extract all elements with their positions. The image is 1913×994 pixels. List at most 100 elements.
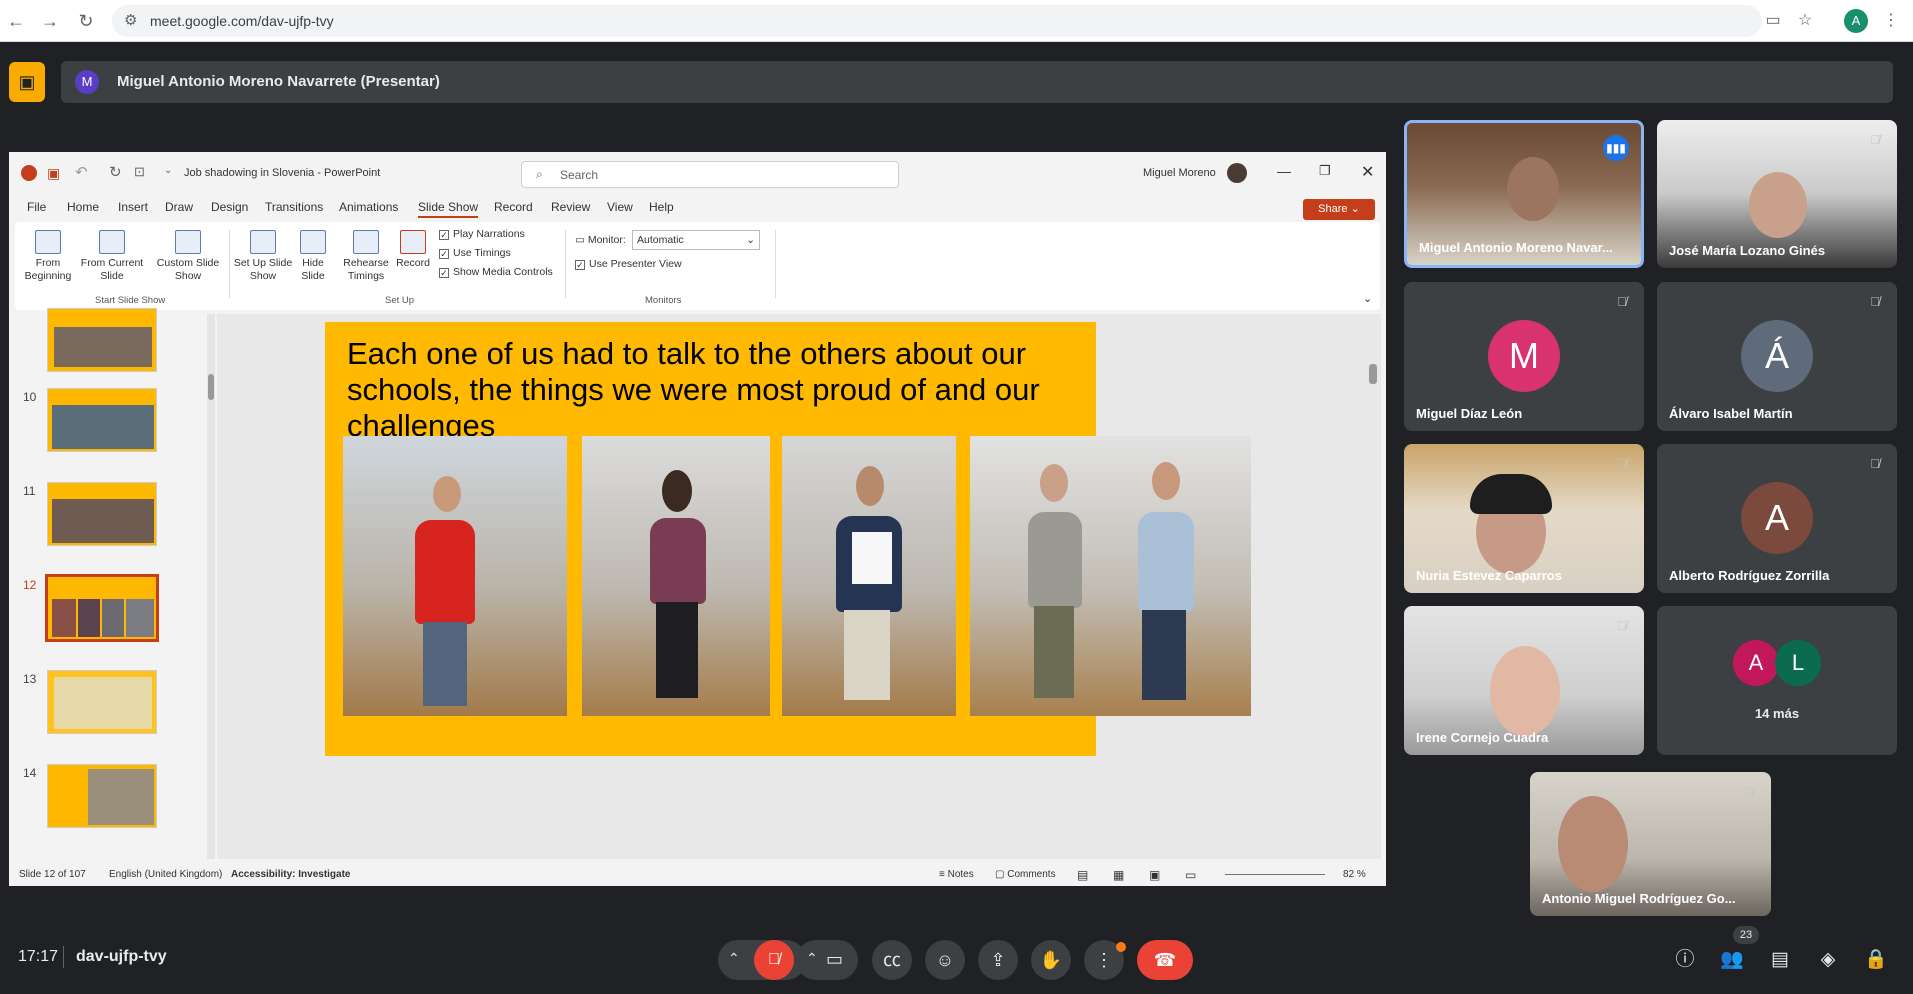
language-status[interactable]: English (United Kingdom) [109,869,222,880]
present-icon[interactable]: ⊡ [134,164,145,180]
browser-menu-icon[interactable]: ⋮ [1880,10,1902,32]
share-label: Share [1318,203,1348,215]
record-button[interactable]: Record [393,230,433,270]
mic-off-button[interactable]: 🎙̸ [754,940,794,980]
self-view-tile[interactable]: 🎙̸ Antonio Miguel Rodríguez Go... [1530,772,1771,916]
thumbnail-14[interactable] [47,764,157,828]
rehearse-timer-icon [353,230,379,254]
chevron-up-icon[interactable]: ⌃ [806,950,818,967]
share-button[interactable]: Share ⌄ [1303,199,1375,220]
cast-icon[interactable]: ▭ [1762,10,1784,32]
thumbnail-11[interactable] [47,482,157,546]
custom-show-button[interactable]: Custom Slide Show [155,230,221,283]
tab-design[interactable]: Design [211,200,248,214]
setup-show-button[interactable]: Set Up Slide Show [233,230,293,283]
user-avatar[interactable] [1227,163,1247,183]
site-info-icon[interactable]: ⚙ [124,11,137,29]
restore-icon[interactable]: ❐ [1319,163,1331,179]
chevron-down-icon: ⌄ [746,234,755,246]
thumbnail-13[interactable] [47,670,157,734]
bookmark-star-icon[interactable]: ☆ [1794,10,1816,32]
participant-tile[interactable]: 🎙̸ José María Lozano Ginés [1657,120,1897,268]
participant-tile-presenter[interactable]: ▮▮▮ Miguel Antonio Moreno Navar... [1404,120,1644,268]
play-narrations-checkbox[interactable]: ✓ Play Narrations [439,228,525,240]
participant-avatar: Á [1741,320,1813,392]
chat-icon[interactable]: ▤ [1766,946,1794,974]
accessibility-status[interactable]: Accessibility: Investigate [231,869,351,880]
use-timings-checkbox[interactable]: ✓ Use Timings [439,247,511,259]
group-label-start: Start Slide Show [95,295,166,306]
people-icon[interactable]: 👥 [1718,946,1746,974]
slideshow-view-icon[interactable]: ▭ [1185,868,1196,882]
tab-home[interactable]: Home [67,200,99,214]
minimize-icon[interactable]: — [1277,163,1291,179]
participant-tile[interactable]: Á 🎙̸ Álvaro Isabel Martín [1657,282,1897,431]
thumbnail-12-selected[interactable] [45,574,159,642]
host-controls-lock-icon[interactable]: 🔒 [1862,946,1890,974]
captions-button[interactable]: ㏄ [872,940,912,980]
tab-record[interactable]: Record [494,200,533,214]
photo-paper [852,532,892,584]
thumbnail-9[interactable] [47,308,157,372]
emoji-reaction-button[interactable]: ☺ [925,940,965,980]
ppt-search-box[interactable]: ⌕ Search [521,161,899,188]
tab-file[interactable]: File [27,200,46,214]
reload-icon[interactable]: ↻ [74,9,98,33]
scrollbar-thumb[interactable] [208,374,214,400]
participant-name: Alberto Rodríguez Zorrilla [1669,568,1830,583]
undo-icon[interactable]: ↶ [75,163,88,181]
participant-tile[interactable]: 🎙̸ Nuria Estevez Caparros [1404,444,1644,593]
collapse-ribbon-icon[interactable]: ⌄ [1363,292,1372,305]
zoom-level[interactable]: 82 % [1343,869,1366,880]
reading-view-icon[interactable]: ▣ [1149,868,1160,882]
activities-icon[interactable]: ◈ [1814,946,1842,974]
normal-view-icon[interactable]: ▤ [1077,868,1088,882]
tab-view[interactable]: View [607,200,633,214]
camera-button[interactable]: ▭ [826,949,843,970]
from-beginning-button[interactable]: From Beginning [21,230,75,283]
raise-hand-button[interactable]: ✋ [1031,940,1071,980]
tab-animations[interactable]: Animations [339,200,398,214]
save-icon[interactable]: ▣ [47,165,60,182]
redo-icon[interactable]: ↻ [109,163,122,181]
forward-icon[interactable]: → [38,9,62,33]
participant-tile[interactable]: A 🎙̸ Alberto Rodríguez Zorrilla [1657,444,1897,593]
monitor-value: Automatic [637,234,684,246]
close-icon[interactable]: ✕ [1361,162,1374,182]
slide-sorter-icon[interactable]: ▦ [1113,868,1124,882]
participant-tile[interactable]: M 🎙̸ Miguel Díaz León [1404,282,1644,431]
tab-transitions[interactable]: Transitions [265,200,323,214]
notes-icon: ≡ [939,869,945,880]
stop-presenting-icon[interactable]: ▣ [9,62,45,102]
rehearse-button[interactable]: Rehearse Timings [341,230,391,283]
qat-more-icon[interactable]: ⌄ [164,165,172,176]
presenter-view-checkbox[interactable]: ✓ Use Presenter View [575,258,682,270]
from-current-button[interactable]: From Current Slide [79,230,145,283]
meeting-info-icon[interactable]: ⓘ [1671,946,1699,974]
show-media-checkbox[interactable]: ✓ Show Media Controls [439,266,553,278]
thumbnail-10[interactable] [47,388,157,452]
tab-slide-show[interactable]: Slide Show [418,200,479,218]
tab-draw[interactable]: Draw [165,200,193,214]
present-screen-button[interactable]: ⇪ [978,940,1018,980]
tab-insert[interactable]: Insert [118,200,148,214]
monitor-select[interactable]: Automatic ⌄ [632,230,760,250]
address-bar[interactable]: ⚙ meet.google.com/dav-ujfp-tvy [112,5,1762,37]
participant-tile[interactable]: 🎙̸ Irene Cornejo Cuadra [1404,606,1644,755]
profile-avatar[interactable]: A [1844,9,1868,33]
zoom-slider[interactable] [1225,874,1325,875]
hide-slide-button[interactable]: Hide Slide [295,230,331,283]
back-icon[interactable]: ← [4,9,28,33]
leave-call-button[interactable]: ☎ [1137,940,1193,980]
slide-12[interactable]: Each one of us had to talk to the others… [325,322,1251,756]
tab-review[interactable]: Review [551,200,590,214]
thumbnail-number: 10 [23,390,37,404]
mic-muted-icon: 🎙̸ [1744,784,1754,799]
notes-button[interactable]: ≡ Notes [939,869,974,880]
thumbnails-scrollbar[interactable] [207,314,215,859]
slide-scrollbar-thumb[interactable] [1369,364,1377,384]
chevron-up-icon[interactable]: ⌃ [728,950,740,967]
comments-button[interactable]: ▢ Comments [995,869,1056,880]
more-participants-tile[interactable]: A L 14 más [1657,606,1897,755]
tab-help[interactable]: Help [649,200,674,214]
